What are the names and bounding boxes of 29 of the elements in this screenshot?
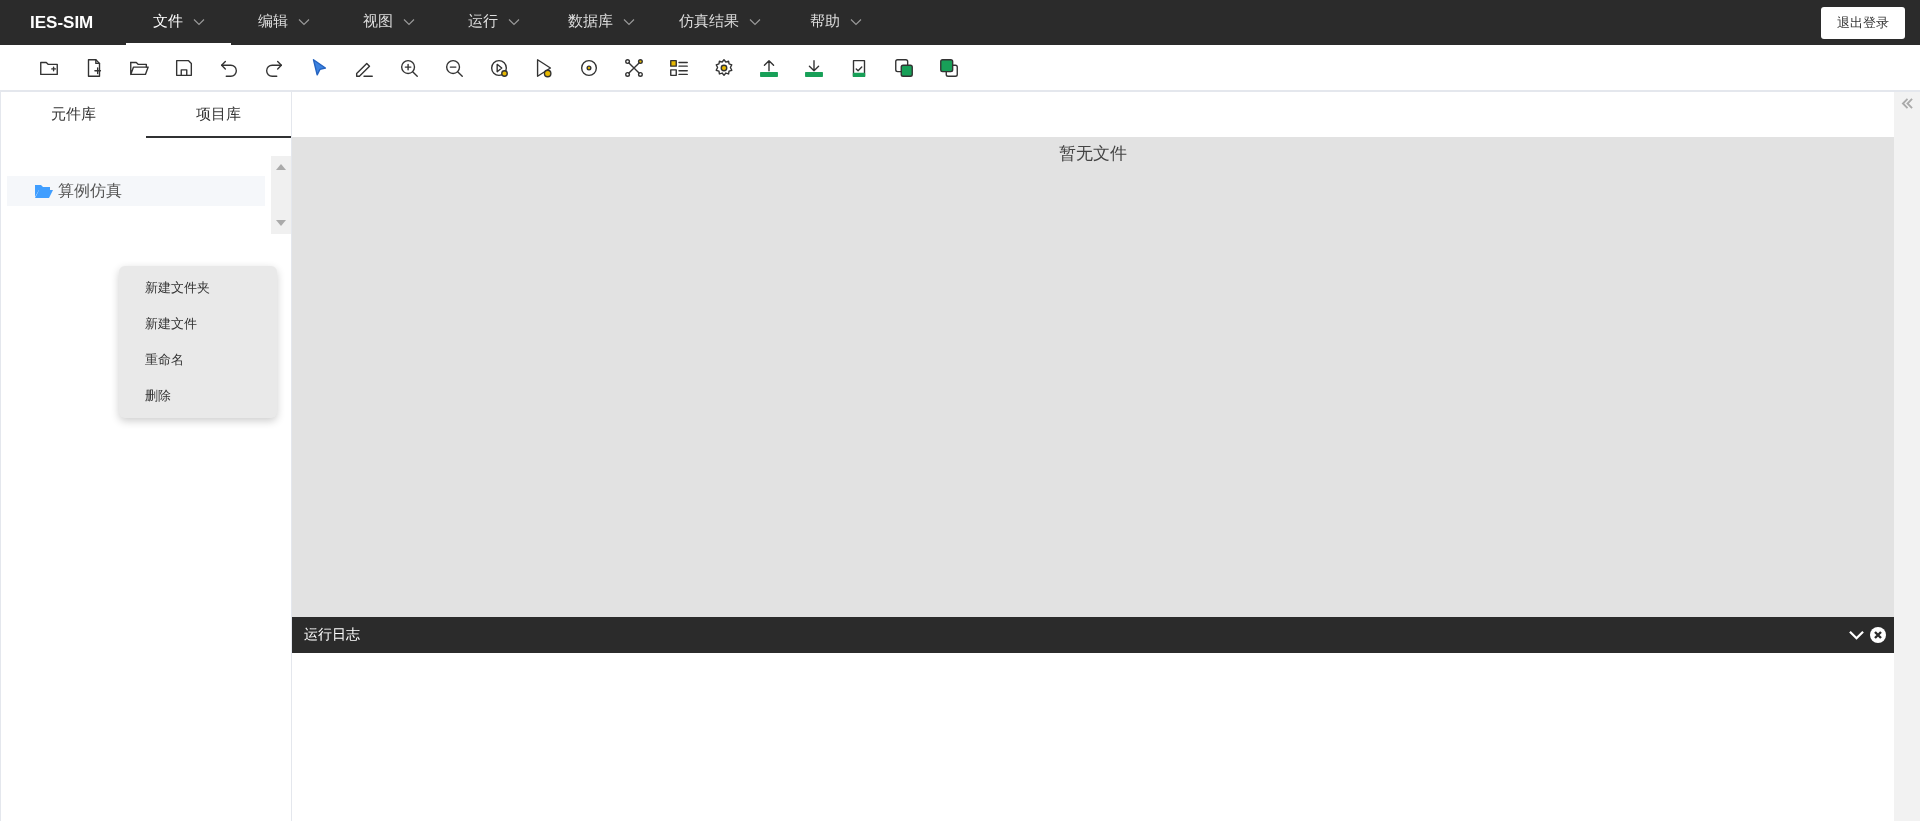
menu-item[interactable]: 视图 — [336, 0, 441, 45]
chevron-down-icon — [507, 17, 520, 26]
menu-item[interactable]: 数据库 — [546, 0, 657, 45]
menu-item[interactable]: 运行 — [441, 0, 546, 45]
context-menu-item[interactable]: 新建文件 — [119, 306, 277, 342]
context-menu-item[interactable]: 删除 — [119, 378, 277, 414]
layers-icon[interactable] — [938, 56, 960, 79]
copy-icon[interactable] — [893, 56, 915, 79]
chevron-down-icon — [749, 17, 761, 26]
chevron-down-icon — [297, 17, 310, 26]
chevron-down-icon — [402, 17, 415, 26]
empty-message: 暂无文件 — [1059, 142, 1127, 164]
context-menu-item[interactable]: 重命名 — [119, 342, 277, 378]
menu-item[interactable]: 文件 — [126, 0, 231, 45]
logout-button[interactable]: 退出登录 — [1821, 6, 1905, 39]
context-menu-item[interactable]: 新建文件夹 — [119, 270, 277, 306]
menu-item[interactable]: 帮助 — [783, 0, 888, 45]
settings-icon[interactable] — [713, 56, 735, 79]
tree-item[interactable]: 算例仿真 — [7, 176, 265, 206]
chevron-down-icon[interactable] — [1849, 630, 1864, 640]
chevron-down-icon — [623, 17, 635, 26]
chevron-down-icon — [192, 17, 205, 26]
close-icon[interactable] — [1870, 627, 1886, 643]
menu-item[interactable]: 编辑 — [231, 0, 336, 45]
nodes-icon[interactable] — [623, 56, 645, 79]
chevron-down-icon — [849, 17, 862, 26]
menu-item[interactable]: 仿真结果 — [657, 0, 783, 45]
log-panel-title: 运行日志 — [304, 626, 361, 644]
app-logo: IES-SIM — [30, 12, 95, 33]
